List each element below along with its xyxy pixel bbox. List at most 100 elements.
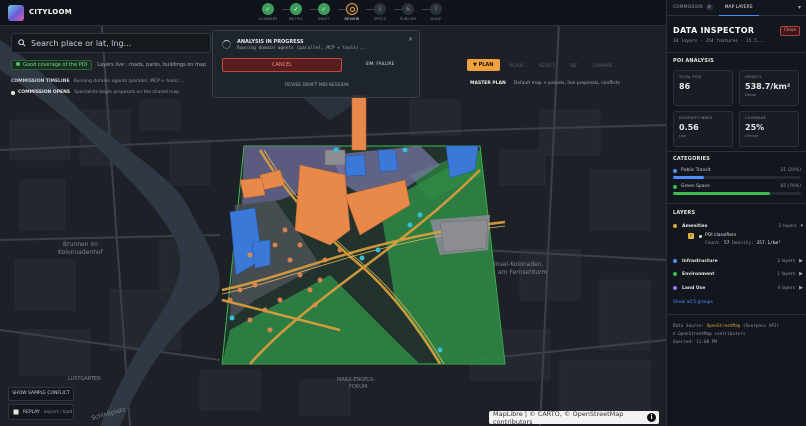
category-bar-fill <box>673 192 771 195</box>
layer-dot <box>673 286 677 290</box>
app-name: CITYLOOM <box>29 8 73 16</box>
step-done[interactable]: 7 DONE <box>422 3 450 21</box>
step-review[interactable]: REVIEW <box>338 3 366 21</box>
tab-commission-count: 0 <box>705 4 713 10</box>
analysis-progress-panel: ANALYSIS IN PROGRESS Running domain agen… <box>212 30 420 98</box>
category-public-transit: Public Transit 21 (24%) <box>673 168 801 179</box>
map-label-ferrum: Insel-Kolonaden <box>494 261 542 268</box>
map-label-ferrum-2: am Fernsehturm <box>498 269 548 276</box>
card-label: COVERAGE <box>745 116 766 120</box>
step-dot: 7 <box>430 3 442 15</box>
chevron-right-icon[interactable]: ▶ <box>799 258 803 264</box>
search-input[interactable] <box>31 38 201 48</box>
close-icon[interactable]: × <box>408 36 413 43</box>
card-label: DENSITY <box>745 75 762 79</box>
close-button[interactable]: Close <box>780 26 800 36</box>
revise-draft-button[interactable]: REVISE DRAFT MID-SESSION <box>213 83 421 88</box>
layer-group-infrastructure[interactable]: Infrastructure 2 layers ▶ <box>673 258 803 264</box>
workflow-stepper: ✓ SUMMARY ✓ METRIC ✓ DRAFT REVIEW 5 SPECS 6 PUBLIS… <box>259 3 452 25</box>
card-sub: Dense <box>745 93 757 97</box>
source-link[interactable]: OpenStreetMap <box>707 324 741 329</box>
analysis-detail: Running domain agents (parallel, MCP + t… <box>237 46 368 51</box>
show-all-groups-link[interactable]: Show all 5 groups <box>673 300 713 305</box>
coverage-badge-text: Good coverage of the POI <box>23 62 88 68</box>
map-label-marx-2: FORUM <box>349 384 367 390</box>
search-box[interactable] <box>11 33 211 53</box>
tab-commission-label: COMMISSION <box>673 4 703 10</box>
layer-count: 4 layers <box>777 285 796 291</box>
app-logo <box>8 5 24 21</box>
step-summary[interactable]: ✓ SUMMARY <box>254 3 282 21</box>
chevron-down-icon[interactable]: ▾ <box>800 223 803 229</box>
sublayer-name: POI classifiers <box>705 233 737 238</box>
card-value: 86 <box>679 82 691 91</box>
layer-group-land-use[interactable]: Land Use 4 layers ▶ <box>673 285 803 291</box>
copyright-text: © OpenStreetMap contributors <box>673 332 746 337</box>
top-bar: CITYLOOM ✓ SUMMARY ✓ METRIC ✓ DRAFT REVIEW 5 SPE… <box>0 0 666 26</box>
card-sub: Limited <box>745 134 759 138</box>
cancel-button[interactable]: CANCEL <box>222 58 342 72</box>
map-label-brunnen: Brunnen im <box>63 241 98 248</box>
timeline-opens-label: COMMISSION OPENS <box>18 90 71 95</box>
step-label: REVIEW <box>344 17 360 21</box>
tab-roads[interactable]: ROADS <box>505 61 529 70</box>
category-bar-fill <box>673 176 704 179</box>
category-count: 21 (24%) <box>780 168 801 173</box>
timeline-running: Running domain agents (parallel, MCP + t… <box>73 79 185 84</box>
layers-heading: LAYERS <box>673 210 696 216</box>
layer-dot <box>673 272 677 276</box>
sim-failure-button[interactable]: SIM. FAILURE <box>347 58 413 72</box>
map-attribution: MapLibre | © CARTO, © OpenStreetMap cont… <box>489 410 659 426</box>
sublayer-dot <box>699 235 702 238</box>
info-icon[interactable]: i <box>647 413 656 422</box>
category-row: Public Transit 21 (24%) <box>673 168 801 173</box>
data-inspector-panel: COMMISSION 0 MAP LAYERS ▾ DATA INSPECTOR … <box>666 0 806 426</box>
step-dot: ✓ <box>318 3 330 15</box>
categories-heading: CATEGORIES <box>673 156 711 162</box>
category-name: Public Transit <box>681 168 711 173</box>
chevron-right-icon[interactable]: ▶ <box>799 271 803 277</box>
checkbox[interactable]: ✓ <box>688 233 694 239</box>
layer-dot <box>673 259 677 263</box>
source-label: Data Source: <box>673 324 705 329</box>
tab-ref[interactable]: REF <box>565 61 583 70</box>
card-sub: Low <box>679 134 686 138</box>
master-plan-text: Default map + parcels, live proposals, c… <box>513 81 620 86</box>
panel-subtitle: 18 layers · 354 features · 15.5... <box>673 39 766 44</box>
category-row: Green Space 65 (76%) <box>673 184 801 189</box>
commission-timeline: COMMISSION TIMELINE Running domain agents… <box>11 79 211 95</box>
tab-plan[interactable]: ▼ PLAN <box>467 59 500 71</box>
chevron-right-icon[interactable]: ▶ <box>799 285 803 291</box>
card-diversity: DIVERSITY INDEX 0.56 Low <box>673 111 733 147</box>
step-label: PUBLISH <box>399 17 417 21</box>
step-publish[interactable]: 6 PUBLISH <box>394 3 422 21</box>
divider <box>667 203 806 204</box>
data-source-footer: Data Source: OpenStreetMap (Overpass API… <box>673 323 779 347</box>
show-sample-conflict-button[interactable]: SHOW SAMPLE CONFLICT <box>8 387 74 401</box>
layer-group-amenities[interactable]: Amenities 1 layers ▾ <box>673 223 803 229</box>
layer-group-environment[interactable]: Environment 1 layers ▶ <box>673 271 803 277</box>
step-draft[interactable]: ✓ DRAFT <box>310 3 338 21</box>
master-plan-legend: MASTER PLAN Default map + parcels, live p… <box>470 81 620 86</box>
panel-title: DATA INSPECTOR <box>673 26 755 35</box>
step-metric[interactable]: ✓ METRIC <box>282 3 310 21</box>
step-specs[interactable]: 5 SPECS <box>366 3 394 21</box>
tab-map-layers[interactable]: MAP LAYERS <box>718 0 759 16</box>
source-tail: (Overpass API) <box>742 324 780 329</box>
replay-label: REPLAY <box>23 409 40 415</box>
chevron-down-icon[interactable]: ▾ <box>798 4 801 11</box>
card-coverage: COVERAGE 25% Limited <box>739 111 799 147</box>
spinner-icon <box>222 40 231 49</box>
tab-commission[interactable]: COMMISSION 0 <box>667 0 719 16</box>
map-label-lustgarten: LUSTGARTEN <box>68 376 101 382</box>
density-value: 357.1/km² <box>756 241 781 246</box>
replay-button[interactable]: REPLAY export / load <box>8 404 74 420</box>
category-dot <box>673 184 677 189</box>
step-dot: ✓ <box>290 3 302 15</box>
tab-compare[interactable]: COMPARE <box>588 61 618 70</box>
layer-count: 2 layers <box>777 258 796 264</box>
tab-agents[interactable]: AGENTS <box>534 61 560 70</box>
density-label: Density: <box>732 241 754 246</box>
sublayer-poi-classifiers[interactable]: ✓ POI classifiers Count: 57 Density: 357… <box>682 230 802 252</box>
step-dot: ✓ <box>262 3 274 15</box>
